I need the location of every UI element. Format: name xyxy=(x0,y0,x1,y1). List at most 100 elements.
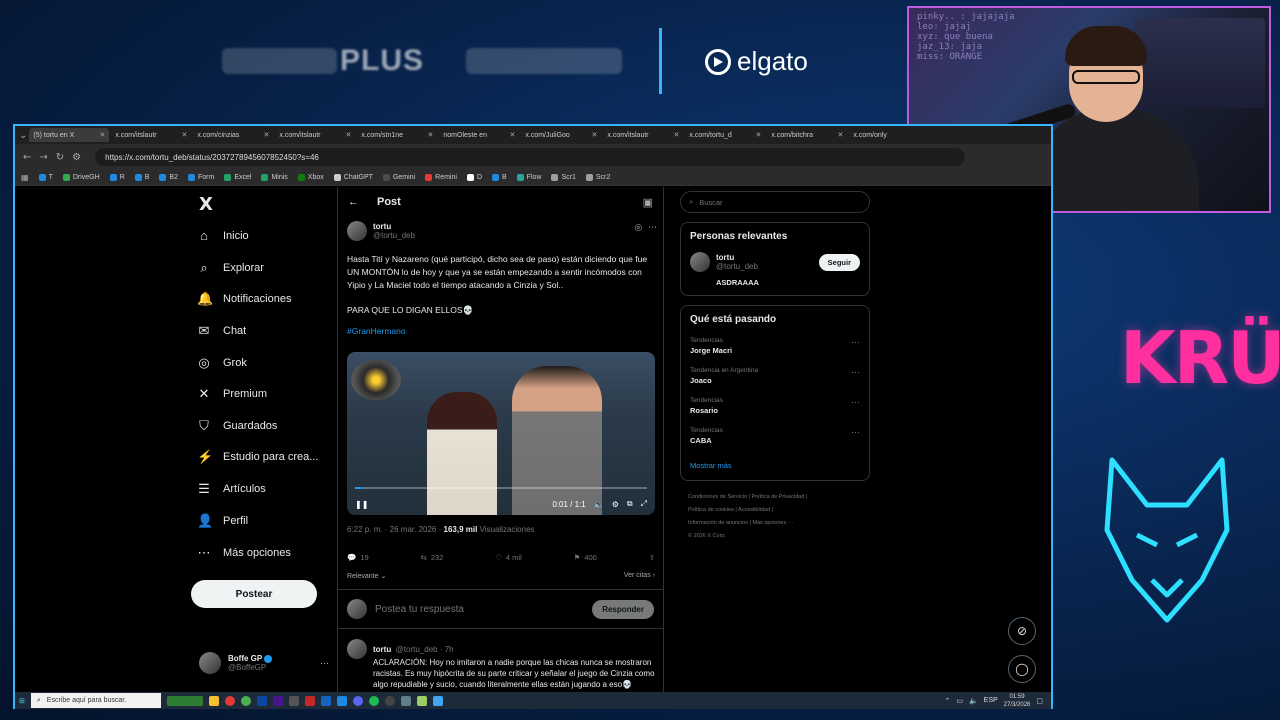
bookmark-item[interactable]: B2 xyxy=(159,174,178,181)
bookmark-item[interactable]: DriveGH xyxy=(62,174,100,181)
file-explorer-icon[interactable] xyxy=(208,695,219,706)
close-icon[interactable]: ✕ xyxy=(756,131,762,139)
back-arrow-icon[interactable]: ← xyxy=(348,196,359,208)
close-icon[interactable]: ✕ xyxy=(346,131,352,139)
taskbar-clock[interactable]: 01:59 27/3/2026 xyxy=(1004,693,1031,709)
quotes-link[interactable]: Ver citas › xyxy=(624,572,655,580)
bookmark-item[interactable]: ChatGPT xyxy=(333,174,373,181)
relevant-person-name[interactable]: tortu xyxy=(716,253,758,262)
sort-dropdown[interactable]: Relevante ⌄ xyxy=(347,572,386,580)
pause-icon[interactable]: ❚❚ xyxy=(355,500,368,509)
share-action[interactable]: ⇪ xyxy=(649,553,655,562)
footer-line[interactable]: Política de cookies | Accesibilidad | xyxy=(688,504,870,517)
post-date[interactable]: 6:22 p. m. · 26 mar. 2026 · xyxy=(347,525,444,534)
bookmark-item[interactable]: Xbox xyxy=(297,174,324,181)
bookmark-item[interactable]: Gemini xyxy=(382,174,415,181)
hashtag-link[interactable]: #GranHermano xyxy=(347,326,657,336)
bookmark-item[interactable]: B xyxy=(492,174,507,181)
tab[interactable]: nomOleste en ✕ xyxy=(439,128,519,142)
more-icon[interactable]: ⋯ xyxy=(851,367,860,378)
nav-item-chat[interactable]: ✉ Chat xyxy=(197,323,247,339)
site-info-icon[interactable]: ⚙ xyxy=(72,152,81,163)
bookmark-item[interactable]: Excel xyxy=(224,174,251,181)
close-icon[interactable]: ✕ xyxy=(510,131,516,139)
bookmark-item[interactable]: Minis xyxy=(261,174,288,181)
tab[interactable]: x.com/only xyxy=(849,128,929,142)
close-icon[interactable]: ✕ xyxy=(428,131,434,139)
trend-item[interactable]: Tendencias Jorge Macri ⋯ xyxy=(690,337,860,355)
apps-icon[interactable]: ▦ xyxy=(21,173,29,182)
tab[interactable]: x.com/stn1ne ✕ xyxy=(357,128,437,142)
more-icon[interactable]: ⋯ xyxy=(320,658,329,669)
tray-chevron-icon[interactable]: ⌃ xyxy=(944,697,950,705)
author-name[interactable]: tortu xyxy=(373,222,415,231)
more-icon[interactable]: ⋯ xyxy=(851,427,860,438)
nav-item-artículos[interactable]: ☰ Artículos xyxy=(197,481,266,497)
close-icon[interactable]: ✕ xyxy=(674,131,680,139)
volume-icon[interactable]: 🔈 xyxy=(594,500,604,509)
network-icon[interactable]: ▭ xyxy=(956,697,963,705)
bookmark-item[interactable]: D xyxy=(466,174,482,181)
reply-input[interactable]: Postea tu respuesta xyxy=(375,604,584,615)
close-icon[interactable]: ✕ xyxy=(182,131,188,139)
app-icon[interactable] xyxy=(416,695,427,706)
tab-list-icon[interactable]: ⌄ xyxy=(19,130,27,141)
reply-author-name[interactable]: tortu xyxy=(373,645,391,654)
forward-icon[interactable]: → xyxy=(39,152,47,163)
bookmark-item[interactable]: B xyxy=(134,174,149,181)
bookmark-item[interactable]: Flow xyxy=(516,174,541,181)
tab[interactable]: x.com/bitchra ✕ xyxy=(767,128,847,142)
tab[interactable]: x.com/itslautr ✕ xyxy=(111,128,191,142)
search-input[interactable]: ⌕ Buscar xyxy=(680,191,870,213)
nav-item-grok[interactable]: ◎ Grok xyxy=(197,355,247,371)
grok-icon[interactable]: ◎ xyxy=(634,223,642,233)
nav-item-guardados[interactable]: ⛉ Guardados xyxy=(197,418,277,434)
post-author[interactable]: tortu @tortu_deb xyxy=(347,221,657,241)
bookmark-item[interactable]: R xyxy=(109,174,125,181)
bookmark-item[interactable]: Scr2 xyxy=(585,174,610,181)
close-icon[interactable]: ✕ xyxy=(100,131,106,139)
nav-item-más-opciones[interactable]: ⋯ Más opciones xyxy=(197,545,291,561)
relevant-person[interactable]: tortu @tortu_deb Seguir xyxy=(690,252,860,272)
trend-item[interactable]: Tendencias Rosario ⋯ xyxy=(690,397,860,415)
trend-item[interactable]: Tendencias CABA ⋯ xyxy=(690,427,860,445)
more-icon[interactable]: ⋯ xyxy=(851,337,860,348)
photoshop-icon[interactable] xyxy=(256,695,267,706)
tab[interactable]: x.com/tortu_d ✕ xyxy=(685,128,765,142)
tab[interactable]: x.com/JuliGoo ✕ xyxy=(521,128,601,142)
avatar[interactable] xyxy=(347,221,367,241)
nav-item-inicio[interactable]: ⌂ Inicio xyxy=(197,228,249,243)
app-icon[interactable] xyxy=(304,695,315,706)
nav-item-explorar[interactable]: ⌕ Explorar xyxy=(197,260,264,276)
taskbar-widget-icon[interactable] xyxy=(166,695,203,706)
footer-line[interactable]: Información de anuncios | Más opciones ·… xyxy=(688,517,870,530)
premiere-icon[interactable] xyxy=(272,695,283,706)
taskbar-search[interactable]: ⌕ Escribe aquí para buscar. xyxy=(30,693,161,708)
like-action[interactable]: ♡ 4 mil xyxy=(495,553,522,562)
reply-post[interactable]: tortu @tortu_deb · 7h ACLARACIÓN: Hoy no… xyxy=(347,639,657,690)
footer-line[interactable]: Condiciones de Servicio | Política de Pr… xyxy=(688,491,870,504)
url-input[interactable]: https://x.com/tortu_deb/status/203727894… xyxy=(95,148,966,166)
tab[interactable]: x.com/cinzias ✕ xyxy=(193,128,273,142)
app-icon[interactable] xyxy=(432,695,443,706)
close-icon[interactable]: ✕ xyxy=(838,131,844,139)
more-icon[interactable]: ⋯ xyxy=(851,397,860,408)
video-player[interactable]: ❚❚ 0:01 / 1:1 🔈 ⚙ ⧉ ⤢ xyxy=(347,352,655,515)
discord-icon[interactable] xyxy=(352,695,363,706)
app-icon[interactable] xyxy=(224,695,235,706)
notifications-icon[interactable]: ▢ xyxy=(1036,697,1043,705)
back-icon[interactable]: ← xyxy=(23,152,31,163)
app-icon[interactable] xyxy=(336,695,347,706)
close-icon[interactable]: ✕ xyxy=(592,131,598,139)
avatar[interactable] xyxy=(347,639,367,659)
follow-button[interactable]: Seguir xyxy=(818,254,860,271)
spotify-icon[interactable] xyxy=(368,695,379,706)
tab[interactable]: (5) tortu en X ✕ xyxy=(29,128,110,142)
account-switcher[interactable]: Boffe GP @BoffeGP ⋯ xyxy=(199,652,329,674)
steam-icon[interactable] xyxy=(320,695,331,706)
settings-icon[interactable]: ⚙ xyxy=(612,500,619,509)
app-icon[interactable] xyxy=(400,695,411,706)
reader-icon[interactable]: ▣ xyxy=(643,196,653,209)
bookmark-action[interactable]: ⚑ 400 xyxy=(574,553,597,562)
tab[interactable]: x.com/itslautr ✕ xyxy=(603,128,683,142)
